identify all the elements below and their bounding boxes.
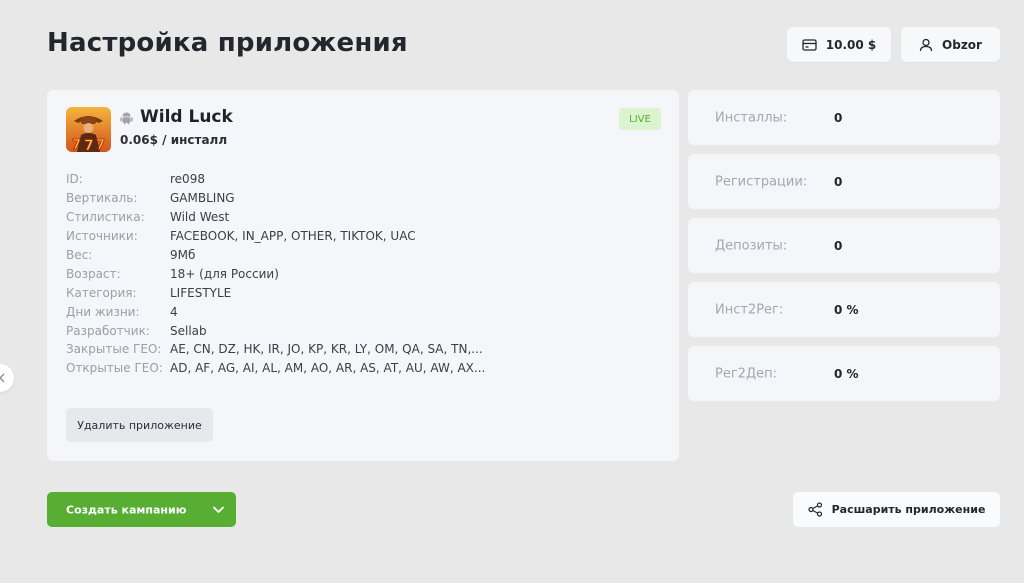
app-properties-list: ID: re098 Вертикаль: GAMBLING Стилистика… (66, 170, 485, 378)
property-label: Вес: (66, 248, 93, 262)
property-value: AD, AF, AG, AI, AL, AM, AO, AR, AS, AT, … (170, 361, 486, 376)
property-label: Открытые ГЕО: (66, 361, 163, 376)
share-app-label: Расшарить приложение (831, 503, 986, 516)
share-icon (807, 502, 822, 517)
property-row-closed-geo: Закрытые ГЕО: AE, CN, DZ, HK, IR, JO, KP… (66, 340, 485, 359)
property-value: 9Мб (170, 248, 196, 262)
property-row-open-geo: Открытые ГЕО: AD, AF, AG, AI, AL, AM, AO… (66, 359, 485, 378)
property-value: Wild West (170, 210, 230, 225)
property-value: re098 (170, 172, 205, 187)
stat-label: Инст2Рег: (715, 302, 784, 317)
stat-value: 0 % (834, 366, 859, 381)
chevron-left-icon (0, 373, 5, 383)
stat-card-reg-to-dep: Рег2Деп: 0 % (688, 346, 1000, 401)
stat-card-install-to-reg: Инст2Рег: 0 % (688, 282, 1000, 337)
stat-label: Регистрации: (715, 174, 808, 189)
property-label: Вертикаль: (66, 191, 138, 206)
stat-card-registrations: Регистрации: 0 (688, 154, 1000, 209)
username: Obzor (942, 37, 982, 52)
stat-card-installs: Инсталлы: 0 (688, 90, 1000, 145)
property-row-id: ID: re098 (66, 170, 485, 189)
property-value: FACEBOOK, IN_APP, OTHER, TIKTOK, UAC (170, 229, 416, 244)
android-icon (120, 112, 133, 125)
property-value: 18+ (для России) (170, 266, 279, 281)
property-label: Разработчик: (66, 323, 150, 338)
property-label: Возраст: (66, 266, 121, 281)
stat-value: 0 (834, 238, 843, 253)
svg-text:7: 7 (72, 138, 81, 152)
app-price: 0.06$ / инсталл (120, 133, 228, 147)
property-row-developer: Разработчик: Sellab (66, 321, 485, 340)
stat-value: 0 % (834, 302, 859, 317)
svg-text:7: 7 (84, 138, 94, 152)
property-value: 4 (170, 304, 178, 319)
property-label: Категория: (66, 285, 137, 300)
wallet-icon (802, 38, 817, 51)
property-label: Источники: (66, 229, 138, 244)
stat-value: 0 (834, 174, 843, 189)
create-campaign-label: Создать кампанию (66, 503, 187, 516)
property-row-vertical: Вертикаль: GAMBLING (66, 189, 485, 208)
property-row-size: Вес: 9Мб (66, 246, 485, 265)
app-name: Wild Luck (140, 107, 233, 127)
user-menu-button[interactable]: Obzor (901, 27, 1000, 62)
property-label: ID: (66, 172, 83, 187)
property-row-age: Возраст: 18+ (для России) (66, 264, 485, 283)
delete-app-button[interactable]: Удалить приложение (66, 408, 213, 442)
page-title: Настройка приложения (47, 28, 408, 58)
status-badge: LIVE (619, 108, 661, 130)
create-campaign-button[interactable]: Создать кампанию (47, 492, 236, 527)
property-label: Дни жизни: (66, 304, 140, 319)
chevron-down-icon[interactable] (213, 506, 224, 513)
property-row-lifetime: Дни жизни: 4 (66, 302, 485, 321)
balance-amount: 10.00 $ (825, 37, 877, 52)
property-row-category: Категория: LIFESTYLE (66, 283, 485, 302)
stat-value: 0 (834, 110, 843, 125)
property-value: GAMBLING (170, 191, 235, 206)
svg-text:7: 7 (96, 138, 105, 152)
property-row-style: Стилистика: Wild West (66, 208, 485, 227)
property-label: Закрытые ГЕО: (66, 342, 162, 357)
property-value: Sellab (170, 323, 207, 338)
balance-button[interactable]: 10.00 $ (787, 27, 891, 62)
share-app-button[interactable]: Расшарить приложение (793, 492, 1000, 527)
stat-label: Рег2Деп: (715, 366, 777, 381)
property-value: AE, CN, DZ, HK, IR, JO, KP, KR, LY, OM, … (170, 342, 483, 357)
property-value: LIFESTYLE (170, 285, 232, 300)
app-info-card: 7 7 7 Wild Luck 0.06$ / инсталл LIVE ID:… (47, 90, 679, 461)
property-row-sources: Источники: FACEBOOK, IN_APP, OTHER, TIKT… (66, 227, 485, 246)
stat-label: Инсталлы: (715, 110, 788, 125)
sidebar-collapse-handle[interactable] (0, 364, 14, 392)
stat-label: Депозиты: (715, 238, 788, 253)
app-icon: 7 7 7 (66, 107, 111, 152)
property-label: Стилистика: (66, 210, 145, 225)
user-icon (919, 38, 933, 51)
stat-card-deposits: Депозиты: 0 (688, 218, 1000, 273)
